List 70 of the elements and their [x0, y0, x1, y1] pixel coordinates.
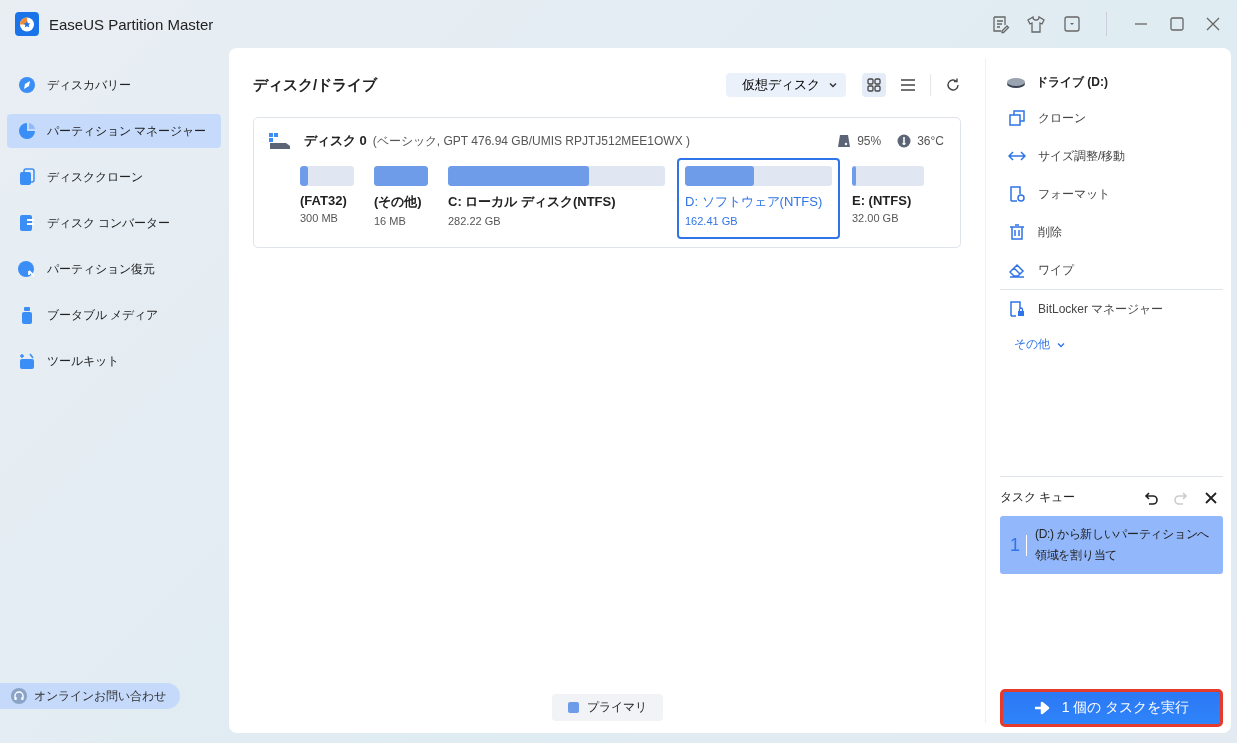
task-queue-title: タスク キュー: [1000, 489, 1076, 506]
partition-size: 32.00 GB: [852, 212, 900, 224]
partition-label: (FAT32): [300, 193, 348, 208]
refresh-icon[interactable]: [945, 77, 961, 93]
action-icon: [1008, 185, 1026, 203]
nav-icon: [17, 259, 37, 279]
app-logo-icon: [15, 12, 39, 36]
grid-view-button[interactable]: [862, 73, 886, 97]
nav-icon: [17, 167, 37, 187]
partition-size: 16 MB: [374, 215, 407, 227]
drive-lock-icon: [1008, 300, 1026, 318]
action-icon: [1008, 223, 1026, 241]
partition-size: 282.22 GB: [448, 215, 502, 227]
section-title: ディスク/ドライブ: [253, 75, 378, 95]
dropdown-icon[interactable]: [1062, 14, 1082, 34]
disk-icon: [268, 132, 292, 150]
disk-name: ディスク 0: [304, 132, 367, 150]
task-number: 1: [1010, 534, 1027, 556]
list-icon: [900, 77, 916, 93]
nav-icon: [17, 75, 37, 95]
action-item[interactable]: ワイプ: [1000, 251, 1223, 289]
execute-tasks-button[interactable]: 1 個の タスクを実行: [1000, 689, 1223, 727]
partition-size: 300 MB: [300, 212, 339, 224]
virtual-disk-dropdown[interactable]: 仮想ディスク: [726, 73, 846, 97]
task-description: (D:) から新しいパーティションへ領域を割り当て: [1035, 526, 1210, 564]
undo-icon[interactable]: [1143, 489, 1159, 506]
partition-tile[interactable]: C: ローカル ディスク(NTFS) 282.22 GB: [440, 158, 673, 239]
sidebar-item[interactable]: ブータブル メディア: [7, 298, 221, 332]
sidebar-item[interactable]: パーティション マネージャー: [7, 114, 221, 148]
action-item[interactable]: クローン: [1000, 99, 1223, 137]
action-icon: [1008, 261, 1026, 279]
action-item[interactable]: フォーマット: [1000, 175, 1223, 213]
partition-tile[interactable]: E: (NTFS) 32.00 GB: [844, 158, 932, 239]
action-item[interactable]: BitLocker マネージャー: [1000, 290, 1223, 328]
drive-icon: [1006, 76, 1026, 89]
sidebar-item[interactable]: ツールキット: [7, 344, 221, 378]
partition-label: (その他): [374, 193, 423, 211]
online-support-button[interactable]: オンラインお問い合わせ: [0, 683, 180, 709]
action-item[interactable]: 削除: [1000, 213, 1223, 251]
sidebar-item[interactable]: パーティション復元: [7, 252, 221, 286]
partition-tile[interactable]: (FAT32) 300 MB: [292, 158, 362, 239]
partition-tile[interactable]: (その他) 16 MB: [366, 158, 436, 239]
partition-label: E: (NTFS): [852, 193, 913, 208]
headset-icon: [10, 687, 28, 705]
shirt-icon[interactable]: [1026, 14, 1046, 34]
maximize-icon[interactable]: [1167, 14, 1187, 34]
drive-title: ドライブ (D:): [1036, 74, 1108, 91]
sidebar-item[interactable]: ディスククローン: [7, 160, 221, 194]
partition-tile[interactable]: D: ソフトウェア(NTFS) 162.41 GB: [677, 158, 840, 239]
close-icon[interactable]: [1203, 489, 1219, 506]
action-item[interactable]: サイズ調整/移動: [1000, 137, 1223, 175]
nav-icon: [17, 351, 37, 371]
health-reading: 95%: [857, 134, 882, 148]
app-title: EaseUS Partition Master: [49, 15, 214, 33]
more-link[interactable]: その他: [1000, 328, 1080, 361]
partition-label: C: ローカル ディスク(NTFS): [448, 193, 617, 211]
chevron-down-icon: [828, 80, 838, 90]
partition-size: 162.41 GB: [685, 215, 739, 227]
nav-icon: [17, 121, 37, 141]
arrow-right-icon: [1033, 701, 1050, 715]
sidebar-item[interactable]: ディスク コンバーター: [7, 206, 221, 240]
legend-label: プライマリ: [586, 699, 647, 716]
disk-details: (ベーシック, GPT 476.94 GB/UMIS RPJTJ512MEE1OWX ): [372, 132, 691, 150]
grid-icon: [866, 77, 882, 93]
nav-icon: [17, 213, 37, 233]
action-icon: [1008, 109, 1026, 127]
drive-health-icon: [837, 134, 852, 148]
partition-label: D: ソフトウェア(NTFS): [685, 193, 824, 211]
sidebar-item[interactable]: ディスカバリー: [7, 68, 221, 102]
temperature-reading: 36°C: [917, 134, 944, 148]
